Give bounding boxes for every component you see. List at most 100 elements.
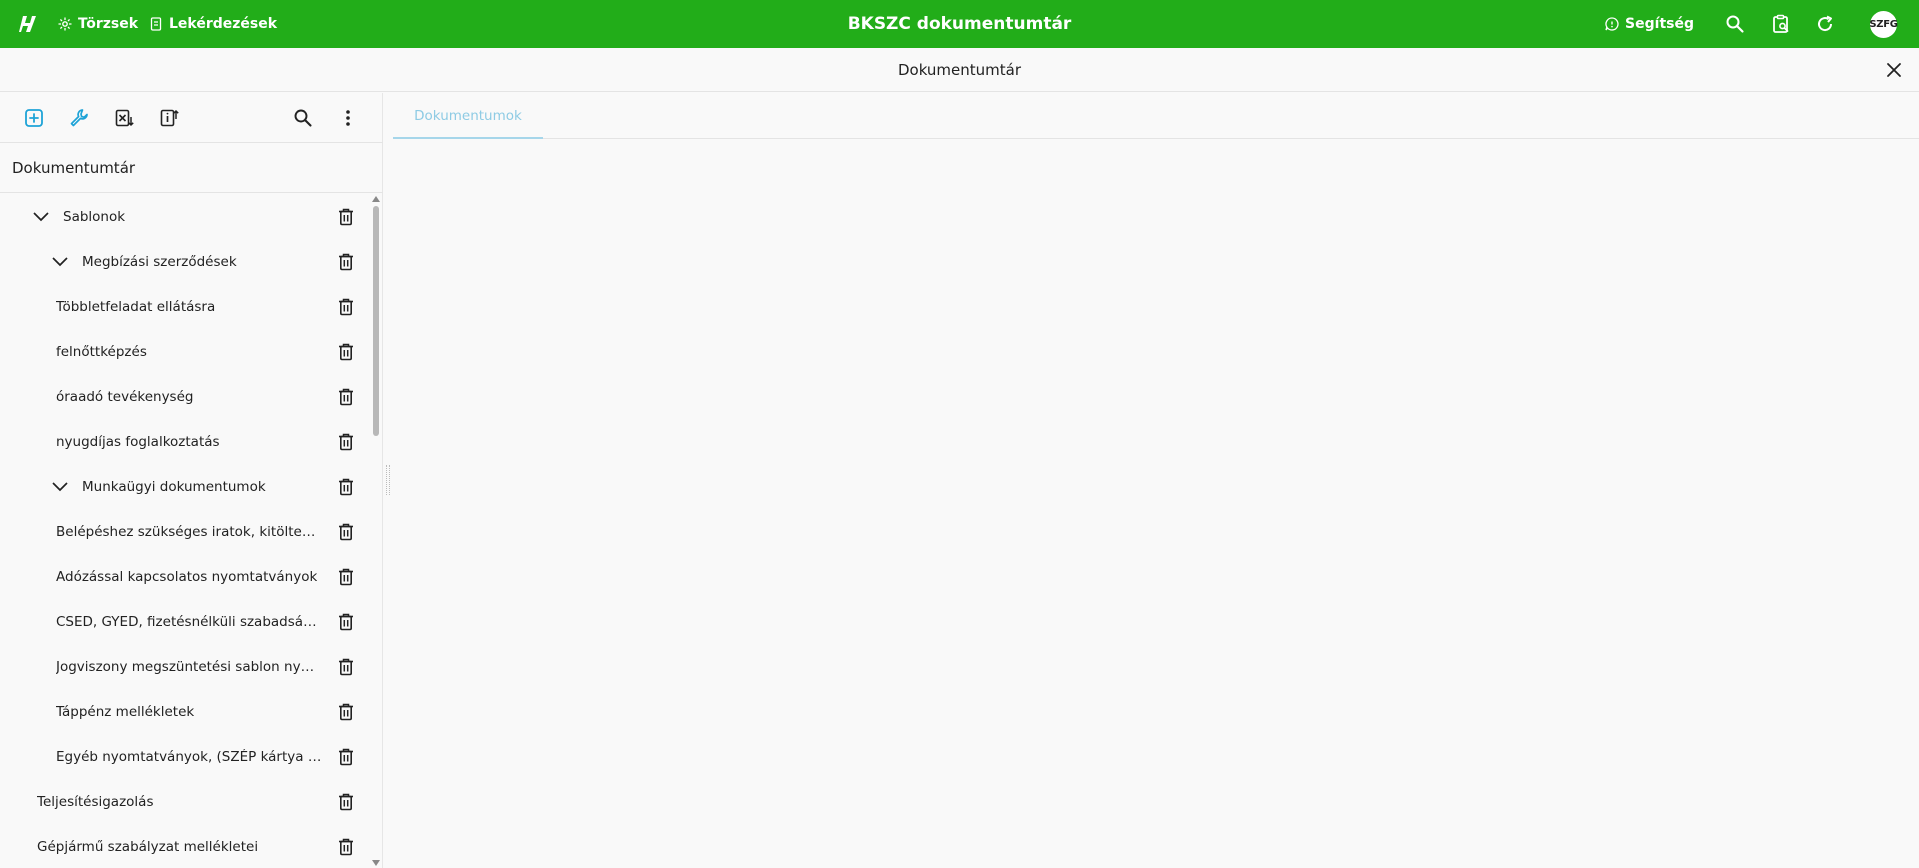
tree-item-label: nyugdíjas foglalkoztatás xyxy=(56,433,220,450)
tree-item[interactable]: Adózással kapcsolatos nyomtatványok xyxy=(0,554,370,599)
document-tree: Sablonok Megbízási szerződések Többletfela… xyxy=(0,194,370,868)
tree-item-label: Teljesítésigazolás xyxy=(37,793,154,810)
splitter-grip[interactable] xyxy=(386,465,390,495)
trash-icon xyxy=(339,748,353,765)
delete-button[interactable] xyxy=(336,297,356,317)
help-button[interactable]: Segítség xyxy=(1605,0,1694,48)
info-upload-icon xyxy=(160,109,179,127)
delete-button[interactable] xyxy=(336,612,356,632)
tree-item[interactable]: Egyéb nyomtatványok, (SZÉP kártya nyomta… xyxy=(0,734,370,779)
trash-icon xyxy=(339,433,353,450)
tree-item[interactable]: Táppénz mellékletek xyxy=(0,689,370,734)
more-vert-icon xyxy=(346,110,350,126)
tree-item[interactable]: Belépéshez szükséges iratok, kitöltendő … xyxy=(0,509,370,554)
tab-dokumentumok[interactable]: Dokumentumok xyxy=(393,93,543,139)
tree-item-label: óraadó tevékenység xyxy=(56,388,194,405)
content-panel: Dokumentumok xyxy=(393,93,1919,868)
trash-icon xyxy=(339,703,353,720)
tree-item[interactable]: Sablonok xyxy=(0,194,370,239)
tree-item[interactable]: felnőttképzés xyxy=(0,329,370,374)
scroll-thumb[interactable] xyxy=(373,206,379,436)
clipboard-search-button[interactable] xyxy=(1769,12,1793,36)
tree-item[interactable]: CSED, GYED, fizetésnélküli szabadság nyo… xyxy=(0,599,370,644)
delete-button[interactable] xyxy=(336,207,356,227)
delete-button[interactable] xyxy=(336,342,356,362)
trash-icon xyxy=(339,208,353,225)
nav-lekerdezesek-label: Lekérdezések xyxy=(169,16,278,32)
tree-item-label: Adózással kapcsolatos nyomtatványok xyxy=(56,568,318,585)
trash-icon xyxy=(339,838,353,855)
help-chat-icon xyxy=(1605,17,1619,31)
settings-sparkle-icon xyxy=(58,17,72,31)
top-bar: Törzsek Lekérdezések BKSZC dokumentumtár… xyxy=(0,0,1919,48)
delete-button[interactable] xyxy=(336,837,356,857)
search-icon xyxy=(1726,15,1744,33)
trash-icon xyxy=(339,298,353,315)
add-button[interactable] xyxy=(21,105,47,131)
app-logo-icon[interactable] xyxy=(18,13,40,35)
tree-toolbar xyxy=(0,93,383,143)
tree-scrollbar[interactable] xyxy=(371,194,381,868)
tree-item[interactable]: Munkaügyi dokumentumok xyxy=(0,464,370,509)
delete-button[interactable] xyxy=(336,252,356,272)
chevron-down-icon[interactable] xyxy=(51,478,69,496)
search-icon xyxy=(294,109,312,127)
window-title-bar: Dokumentumtár xyxy=(0,48,1919,92)
top-search-button[interactable] xyxy=(1723,12,1747,36)
tree-panel: Dokumentumtár Sablonok Megbízási szerződé… xyxy=(0,93,383,868)
trash-icon xyxy=(339,793,353,810)
tree-item-label: Többletfeladat ellátásra xyxy=(56,298,216,315)
settings-button[interactable] xyxy=(66,105,92,131)
trash-icon xyxy=(339,568,353,585)
close-icon xyxy=(1887,63,1901,77)
trash-icon xyxy=(339,478,353,495)
chevron-down-icon[interactable] xyxy=(51,253,69,271)
tree-item-label: Jogviszony megszüntetési sablon nyomtatv… xyxy=(56,658,322,675)
page-title: Dokumentumtár xyxy=(897,61,1022,79)
trash-icon xyxy=(339,388,353,405)
app-title: BKSZC dokumentumtár xyxy=(847,14,1072,34)
tree-item-label: Táppénz mellékletek xyxy=(56,703,195,720)
chevron-down-icon[interactable] xyxy=(32,208,50,226)
delete-button[interactable] xyxy=(336,522,356,542)
tree-item[interactable]: Megbízási szerződések xyxy=(0,239,370,284)
delete-button[interactable] xyxy=(336,792,356,812)
tab-bar: Dokumentumok xyxy=(393,93,1919,139)
tree-item[interactable]: Gépjármű szabályzat mellékletei xyxy=(0,824,370,868)
refresh-button[interactable] xyxy=(1813,12,1837,36)
delete-button[interactable] xyxy=(336,387,356,407)
tree-search-button[interactable] xyxy=(290,105,316,131)
delete-button[interactable] xyxy=(336,702,356,722)
delete-button[interactable] xyxy=(336,567,356,587)
close-button[interactable] xyxy=(1883,59,1905,81)
tree-header: Dokumentumtár xyxy=(0,143,383,193)
tree-title: Dokumentumtár xyxy=(12,159,136,177)
excel-export-button[interactable] xyxy=(111,105,137,131)
trash-icon xyxy=(339,613,353,630)
refresh-icon xyxy=(1818,15,1833,32)
tree-item[interactable]: Jogviszony megszüntetési sablon nyomtatv… xyxy=(0,644,370,689)
wrench-icon xyxy=(70,109,88,127)
panel-splitter[interactable] xyxy=(383,93,393,868)
scroll-up-arrow[interactable] xyxy=(371,194,381,204)
delete-button[interactable] xyxy=(336,477,356,497)
tree-item-label: felnőttképzés xyxy=(56,343,147,360)
info-upload-button[interactable] xyxy=(156,105,182,131)
tree-item-label: Megbízási szerződések xyxy=(82,253,237,270)
tree-item[interactable]: óraadó tevékenység xyxy=(0,374,370,419)
tree-item-label: Gépjármű szabályzat mellékletei xyxy=(37,838,259,855)
tree-item-label: Munkaügyi dokumentumok xyxy=(82,478,266,495)
tree-item[interactable]: Teljesítésigazolás xyxy=(0,779,370,824)
scroll-down-arrow[interactable] xyxy=(371,858,381,868)
user-avatar[interactable]: SZFG xyxy=(1869,11,1898,38)
tree-item[interactable]: nyugdíjas foglalkoztatás xyxy=(0,419,370,464)
delete-button[interactable] xyxy=(336,432,356,452)
more-options-button[interactable] xyxy=(335,105,361,131)
delete-button[interactable] xyxy=(336,657,356,677)
nav-lekerdezesek[interactable]: Lekérdezések xyxy=(149,0,277,48)
trash-icon xyxy=(339,343,353,360)
tree-item[interactable]: Többletfeladat ellátásra xyxy=(0,284,370,329)
delete-button[interactable] xyxy=(336,747,356,767)
nav-torzsek[interactable]: Törzsek xyxy=(58,0,138,48)
trash-icon xyxy=(339,253,353,270)
